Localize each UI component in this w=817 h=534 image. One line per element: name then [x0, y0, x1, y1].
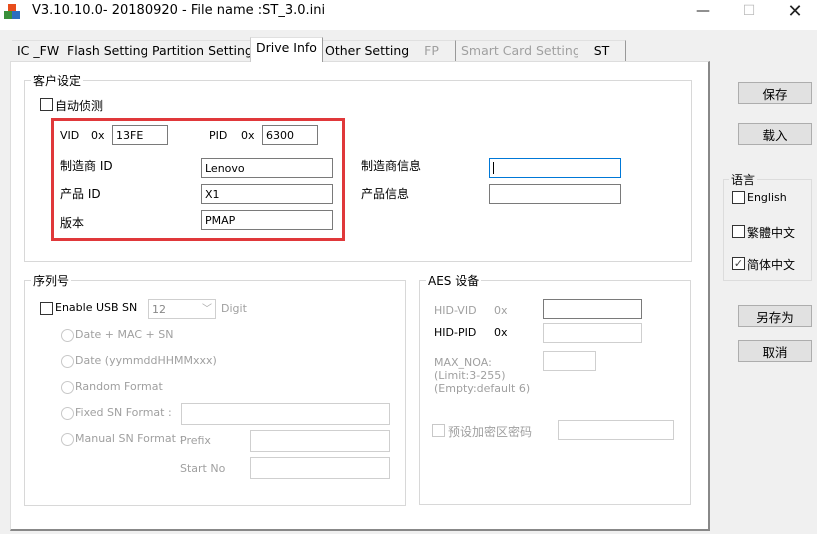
radio-date-mac-sn-label: Date + MAC + SN — [75, 328, 174, 341]
max-noa-default: (Empty:default 6) — [434, 382, 531, 395]
preset-password-input[interactable] — [558, 420, 674, 440]
tab-flash-setting[interactable]: Flash Setting — [62, 40, 155, 61]
hid-pid-prefix: 0x — [494, 326, 508, 339]
radio-manual-sn-format[interactable] — [61, 433, 74, 446]
tab-st[interactable]: ST — [578, 40, 626, 61]
hid-vid-label: HID-VID — [434, 304, 477, 317]
text-cursor — [493, 162, 494, 174]
radio-date-format[interactable] — [61, 355, 74, 368]
hid-pid-input[interactable] — [543, 323, 642, 343]
radio-fixed-sn-format-label: Fixed SN Format : — [75, 406, 172, 419]
product-info-label: 产品信息 — [361, 187, 410, 201]
language-traditional-chinese-label: 繁體中文 — [747, 226, 796, 240]
hid-vid-input[interactable] — [543, 299, 642, 319]
start-no-label: Start No — [180, 462, 226, 475]
tab-other-setting[interactable]: Other Setting — [320, 40, 416, 61]
title-bar: V3.10.10.0- 20180920 - File name :ST_3.0… — [0, 0, 817, 30]
radio-date-format-label: Date (yymmddHHMMxxx) — [75, 354, 217, 367]
checkmark-icon: ✓ — [733, 257, 744, 270]
digits-value: 12 — [152, 303, 166, 316]
fixed-sn-input[interactable] — [181, 403, 390, 425]
tab-drive-info[interactable]: Drive Info — [250, 37, 323, 62]
preset-password-label: 预设加密区密码 — [448, 425, 533, 439]
language-simplified-chinese-checkbox[interactable]: ✓ — [732, 257, 745, 270]
load-button[interactable]: 载入 — [738, 123, 812, 145]
version-input[interactable]: PMAP — [201, 210, 333, 230]
save-as-button[interactable]: 另存为 — [738, 305, 812, 327]
vendor-info-label: 制造商信息 — [361, 159, 422, 173]
product-id-label: 产品 ID — [60, 187, 101, 201]
chevron-down-icon: ﹀ — [202, 304, 212, 315]
maximize-button[interactable]: ☐ — [726, 0, 772, 22]
prefix-label: Prefix — [180, 434, 211, 447]
max-noa-limit: (Limit:3-255) — [434, 369, 506, 382]
digits-unit-label: Digit — [221, 302, 247, 315]
window-title: V3.10.10.0- 20180920 - File name :ST_3.0… — [32, 3, 326, 18]
version-label: 版本 — [60, 216, 85, 230]
radio-random-format[interactable] — [61, 381, 74, 394]
prefix-input[interactable] — [250, 430, 390, 452]
pid-label: PID — [209, 129, 228, 142]
app-icon — [4, 4, 20, 20]
start-no-input[interactable] — [250, 457, 390, 479]
language-legend: 语言 — [729, 171, 758, 188]
radio-fixed-sn-format[interactable] — [61, 407, 74, 420]
max-noa-input[interactable] — [543, 351, 596, 371]
radio-random-format-label: Random Format — [75, 380, 163, 393]
preset-password-checkbox[interactable] — [432, 424, 445, 437]
customer-settings-legend: 客户设定 — [31, 72, 84, 89]
cancel-button[interactable]: 取消 — [738, 340, 812, 362]
vid-prefix: 0x — [91, 129, 105, 142]
pid-input[interactable]: 6300 — [262, 125, 318, 145]
language-english-checkbox[interactable] — [732, 191, 745, 204]
vendor-id-label: 制造商 ID — [60, 159, 113, 173]
hid-vid-prefix: 0x — [494, 304, 508, 317]
tab-ic-fw[interactable]: IC _FW — [12, 40, 66, 61]
aes-device-legend: AES 设备 — [426, 272, 482, 289]
vendor-info-input[interactable] — [489, 158, 621, 178]
tab-smart-card-setting[interactable]: Smart Card Setting — [456, 40, 587, 61]
hid-pid-label: HID-PID — [434, 326, 477, 339]
vendor-id-input[interactable]: Lenovo — [201, 158, 333, 178]
close-button[interactable]: ✕ — [772, 0, 817, 22]
product-info-input[interactable] — [489, 184, 621, 204]
language-traditional-chinese-checkbox[interactable] — [732, 225, 745, 238]
auto-detect-checkbox[interactable] — [40, 98, 53, 111]
max-noa-label: MAX_NOA: — [434, 356, 492, 369]
digits-dropdown[interactable]: 12 ﹀ — [148, 299, 216, 319]
tab-partition-setting[interactable]: Partition Setting — [147, 40, 259, 61]
radio-date-mac-sn[interactable] — [61, 329, 74, 342]
auto-detect-label: 自动侦测 — [55, 99, 104, 113]
serial-number-legend: 序列号 — [31, 272, 72, 289]
vid-label: VID — [60, 129, 80, 142]
enable-usb-sn-label: Enable USB SN — [55, 301, 138, 314]
language-simplified-chinese-label: 简体中文 — [747, 258, 796, 272]
radio-manual-sn-format-label: Manual SN Format : — [75, 432, 184, 445]
product-id-input[interactable]: X1 — [201, 184, 333, 204]
pid-prefix: 0x — [241, 129, 255, 142]
save-button[interactable]: 保存 — [738, 82, 812, 104]
tab-fp[interactable]: FP — [408, 40, 456, 61]
language-english-label: English — [747, 191, 787, 204]
vid-input[interactable]: 13FE — [112, 125, 168, 145]
minimize-button[interactable]: — — [680, 0, 726, 22]
enable-usb-sn-checkbox[interactable] — [40, 302, 53, 315]
